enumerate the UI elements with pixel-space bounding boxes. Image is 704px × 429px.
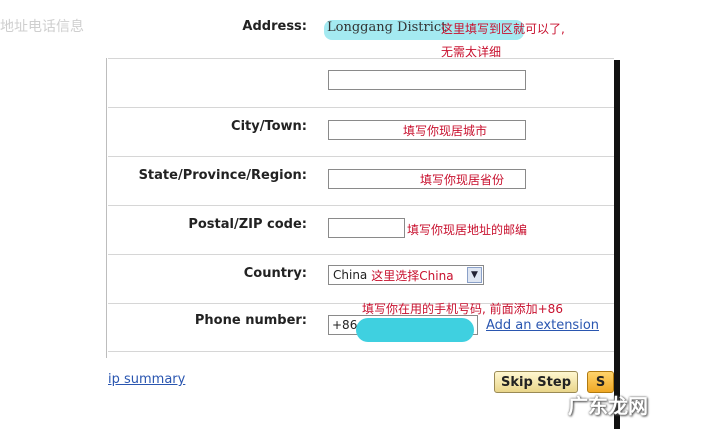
address-note-line1: 这里填写到区就可以了,: [441, 22, 565, 36]
postal-note: 填写你现居地址的邮编: [407, 223, 528, 237]
chevron-down-icon[interactable]: ▼: [467, 267, 482, 283]
city-label: City/Town:: [231, 119, 307, 134]
state-label: State/Province/Region:: [138, 168, 307, 183]
watermark-top: 地址电话信息: [0, 19, 84, 35]
address-line2-input[interactable]: [328, 70, 526, 90]
phone-label: Phone number:: [194, 313, 307, 328]
country-label: Country:: [243, 266, 307, 281]
summary-link[interactable]: ip summary: [108, 372, 185, 387]
postal-input[interactable]: [328, 218, 405, 238]
address-label: Address:: [242, 19, 307, 34]
divider: [108, 107, 614, 108]
divider: [108, 156, 614, 157]
divider: [108, 351, 614, 352]
divider: [108, 254, 614, 255]
skip-step-button[interactable]: Skip Step: [494, 371, 578, 393]
add-extension-link[interactable]: Add an extension: [486, 318, 599, 333]
address-value[interactable]: Longgang District: [327, 20, 446, 35]
watermark-bottom: 广东龙网: [568, 394, 648, 418]
frame-edge: [614, 60, 620, 429]
country-selected: China: [333, 268, 368, 282]
frame-left-edge: [106, 58, 107, 358]
city-note: 填写你现居城市: [403, 124, 488, 138]
country-note: 这里选择China: [371, 268, 454, 283]
divider: [108, 205, 614, 206]
country-select[interactable]: China 这里选择China ▼: [328, 265, 484, 285]
divider: [108, 58, 614, 59]
phone-prefix: +86: [332, 318, 358, 332]
postal-label: Postal/ZIP code:: [188, 217, 307, 232]
phone-redaction: [356, 318, 474, 342]
state-note: 填写你现居省份: [420, 173, 505, 187]
